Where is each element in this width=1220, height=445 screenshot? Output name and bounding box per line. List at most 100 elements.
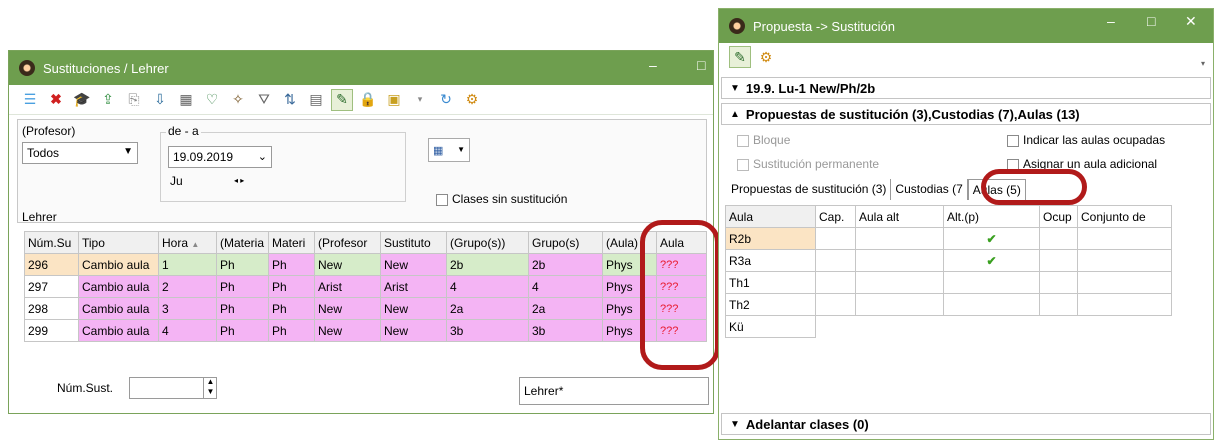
column-header[interactable]: (Profesor: [314, 231, 381, 254]
table-cell[interactable]: [943, 293, 1040, 316]
import-icon[interactable]: ⇩: [149, 89, 171, 111]
table-cell[interactable]: 296: [24, 253, 79, 276]
table-cell[interactable]: 2a: [528, 297, 603, 320]
lock-icon[interactable]: 🔒: [357, 89, 379, 111]
table-cell[interactable]: Ph: [216, 253, 269, 276]
minimize-button[interactable]: –: [1107, 13, 1115, 29]
day-stepper[interactable]: ◂ ▸: [234, 176, 244, 185]
lesson-panel[interactable]: ▼ 19.9. Lu-1 New/Ph/2b: [721, 77, 1211, 99]
table-cell[interactable]: 2b: [528, 253, 603, 276]
table-cell[interactable]: 3b: [528, 319, 603, 342]
maximize-button[interactable]: □: [697, 57, 705, 73]
table-cell[interactable]: Th2: [725, 293, 816, 316]
table-cell[interactable]: Kü: [725, 315, 816, 338]
list-icon[interactable]: ☰: [19, 89, 41, 111]
table-cell[interactable]: Ph: [268, 297, 315, 320]
column-header[interactable]: Sustituto: [380, 231, 447, 254]
calendar-button[interactable]: ▦ ▼: [428, 138, 470, 162]
proposals-panel[interactable]: ▲ Propuestas de sustitución (3),Custodia…: [721, 103, 1211, 125]
table-cell[interactable]: R2b: [725, 227, 816, 250]
column-header[interactable]: Tipo: [78, 231, 159, 254]
indicar-option[interactable]: Indicar las aulas ocupadas: [1007, 133, 1165, 147]
permanente-option[interactable]: Sustitución permanente: [737, 157, 879, 171]
column-header[interactable]: Núm.Su: [24, 231, 79, 254]
teacher-icon[interactable]: 🎓: [71, 89, 93, 111]
document-icon[interactable]: ▣: [383, 89, 405, 111]
tab-custodias[interactable]: Custodias (7: [891, 179, 968, 200]
refresh-icon[interactable]: ↻: [435, 89, 457, 111]
table-cell[interactable]: 3: [158, 297, 217, 320]
delete-icon[interactable]: ✖: [45, 89, 67, 111]
table-cell[interactable]: 297: [24, 275, 79, 298]
table-row[interactable]: R3a ✔: [725, 249, 1172, 272]
table-cell[interactable]: Arist: [380, 275, 447, 298]
clases-checkbox[interactable]: [436, 193, 448, 206]
table-row[interactable]: Th1: [725, 271, 1172, 294]
table-cell[interactable]: 2: [158, 275, 217, 298]
table-cell[interactable]: Cambio aula: [78, 297, 159, 320]
sort-icon[interactable]: ⇅: [279, 89, 301, 111]
table-cell[interactable]: [1077, 227, 1172, 250]
column-header[interactable]: (Materia: [216, 231, 269, 254]
gear-icon[interactable]: ⚙: [461, 89, 483, 111]
title-bar[interactable]: Propuesta -> Sustitución – □ ✕: [719, 9, 1213, 43]
table-cell[interactable]: [1077, 271, 1172, 294]
table-row[interactable]: 297 Cambio aula 2 Ph Ph Arist Arist 4 4 …: [24, 275, 707, 298]
table-cell[interactable]: [815, 227, 856, 250]
profesor-select[interactable]: Todos ▼: [22, 142, 138, 164]
table-row[interactable]: 299 Cambio aula 4 Ph Ph New New 3b 3b Ph…: [24, 319, 707, 342]
table-cell[interactable]: New: [380, 297, 447, 320]
table-cell[interactable]: New: [314, 297, 381, 320]
column-header[interactable]: Ocup: [1039, 205, 1078, 228]
indicar-checkbox[interactable]: [1007, 134, 1019, 147]
column-header[interactable]: Materi: [268, 231, 315, 254]
view-selector[interactable]: Lehrer*: [519, 377, 709, 405]
table-cell[interactable]: New: [380, 319, 447, 342]
table-cell[interactable]: [855, 249, 944, 272]
table-cell[interactable]: Ph: [216, 275, 269, 298]
magic-icon[interactable]: ✧: [227, 89, 249, 111]
table-cell[interactable]: Cambio aula: [78, 319, 159, 342]
table-cell[interactable]: New: [314, 319, 381, 342]
permanente-checkbox[interactable]: [737, 158, 749, 171]
table-cell[interactable]: Ph: [216, 319, 269, 342]
export-icon[interactable]: ⇪: [97, 89, 119, 111]
table-cell[interactable]: 4: [158, 319, 217, 342]
table-cell[interactable]: [815, 249, 856, 272]
column-header[interactable]: Alt.(p): [943, 205, 1040, 228]
table-cell[interactable]: [943, 271, 1040, 294]
column-header[interactable]: Conjunto de: [1077, 205, 1172, 228]
table-cell[interactable]: [1039, 293, 1078, 316]
table-cell[interactable]: 3b: [446, 319, 529, 342]
table-cell[interactable]: [1077, 293, 1172, 316]
table-row[interactable]: Kü: [725, 315, 1172, 338]
table-cell[interactable]: Cambio aula: [78, 275, 159, 298]
dropdown-icon[interactable]: ▾: [409, 89, 431, 111]
table-cell[interactable]: New: [314, 253, 381, 276]
tab-propuestas[interactable]: Propuestas de sustitución (3): [727, 179, 892, 200]
column-header[interactable]: Aula: [725, 205, 816, 228]
close-button[interactable]: ✕: [1185, 13, 1197, 30]
table-cell[interactable]: [1039, 271, 1078, 294]
table-row[interactable]: R2b ✔: [725, 227, 1172, 250]
gear-icon[interactable]: ⚙: [755, 46, 777, 68]
table-row[interactable]: 298 Cambio aula 3 Ph Ph New New 2a 2a Ph…: [24, 297, 707, 320]
calculator-icon[interactable]: ▦: [175, 89, 197, 111]
proposal-icon[interactable]: ✎: [729, 46, 751, 68]
column-header[interactable]: Grupo(s): [528, 231, 603, 254]
column-header[interactable]: Cap.: [815, 205, 856, 228]
spinner-icon[interactable]: ▲ ▼: [203, 377, 217, 399]
proposal-icon[interactable]: ✎: [331, 88, 353, 111]
table-cell[interactable]: 4: [528, 275, 603, 298]
maximize-button[interactable]: □: [1147, 13, 1155, 29]
title-bar[interactable]: Sustituciones / Lehrer – □: [9, 51, 713, 85]
table-cell[interactable]: [855, 227, 944, 250]
table-cell[interactable]: 4: [446, 275, 529, 298]
table-row[interactable]: Th2: [725, 293, 1172, 316]
table-cell[interactable]: [815, 293, 856, 316]
bloque-option[interactable]: Bloque: [737, 133, 790, 147]
column-header[interactable]: Aula alt: [855, 205, 944, 228]
table-cell[interactable]: [855, 271, 944, 294]
table-cell[interactable]: Cambio aula: [78, 253, 159, 276]
copy-icon[interactable]: ⎘: [123, 89, 145, 111]
